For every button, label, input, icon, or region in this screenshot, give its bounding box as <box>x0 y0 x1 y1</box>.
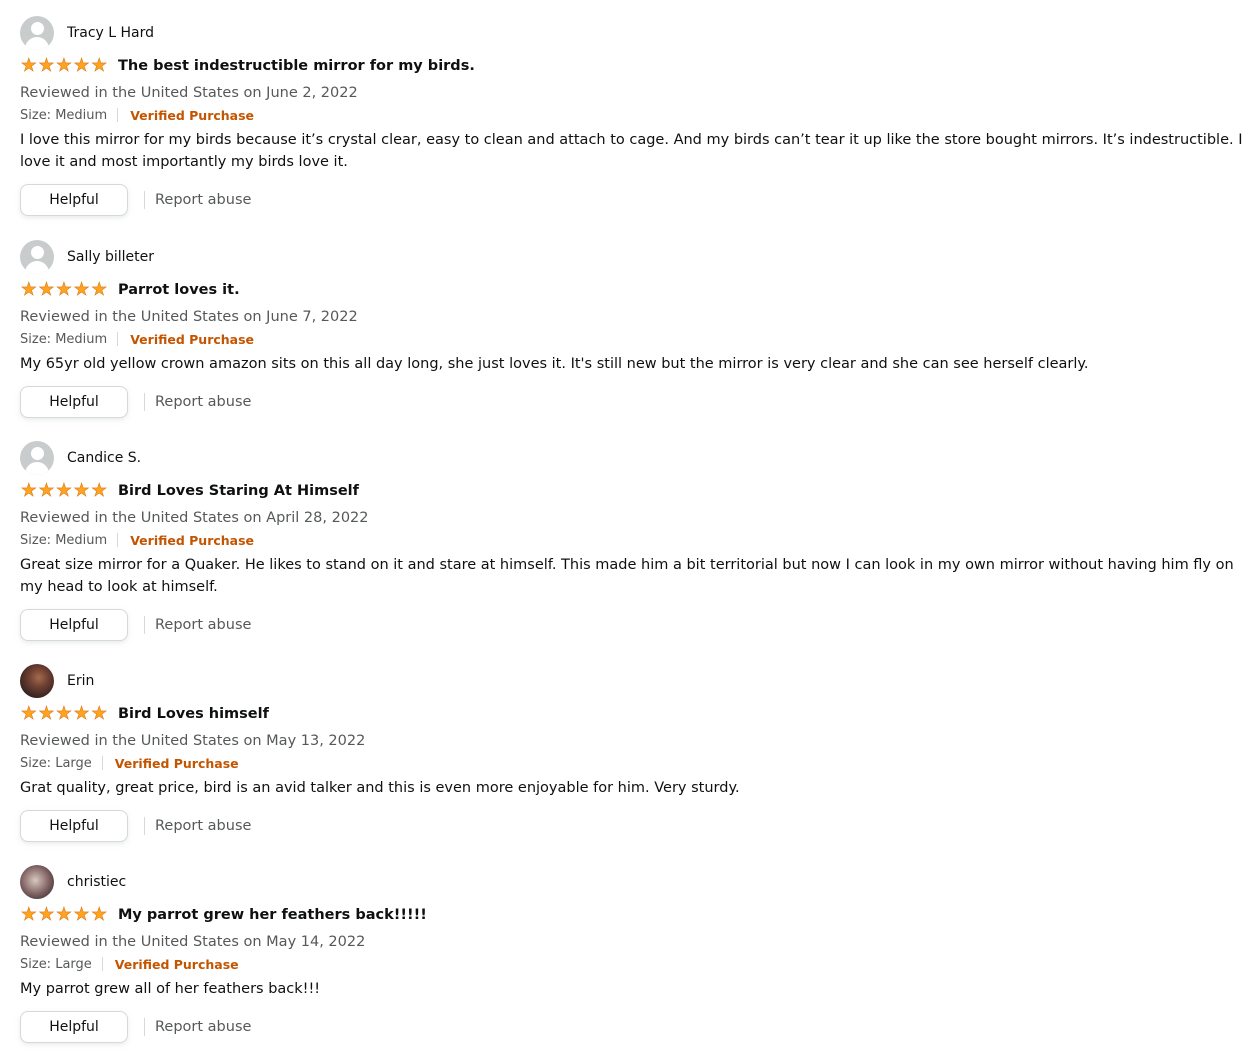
divider <box>144 393 145 411</box>
reviewer-profile[interactable]: christiec <box>20 865 1252 899</box>
reviewer-name[interactable]: christiec <box>67 874 126 890</box>
star-icon: ★ <box>20 904 37 925</box>
review-item: Erin ★ ★ ★ ★ ★ Bird Loves himself Review… <box>20 664 1252 843</box>
star-icon: ★ <box>91 55 108 76</box>
review-title[interactable]: The best indestructible mirror for my bi… <box>118 58 475 74</box>
reviews-list: Tracy L Hard ★ ★ ★ ★ ★ The best indestru… <box>0 0 1259 1064</box>
review-body: My parrot grew all of her feathers back!… <box>20 981 321 997</box>
star-rating[interactable]: ★ ★ ★ ★ ★ <box>20 904 108 925</box>
star-icon: ★ <box>73 480 90 501</box>
reviewer-profile[interactable]: Sally billeter <box>20 240 1252 274</box>
reviewer-name[interactable]: Tracy L Hard <box>67 25 154 41</box>
star-icon: ★ <box>73 703 90 724</box>
size-variant[interactable]: Size: Medium <box>20 108 107 123</box>
divider <box>101 756 103 770</box>
review-date: Reviewed in the United States on June 7,… <box>20 309 358 325</box>
star-icon: ★ <box>55 55 73 76</box>
review-date: Reviewed in the United States on May 14,… <box>20 934 366 950</box>
divider <box>117 332 119 346</box>
divider <box>101 957 103 971</box>
star-rating[interactable]: ★ ★ ★ ★ ★ <box>20 480 108 501</box>
helpful-button[interactable]: Helpful <box>20 184 128 216</box>
reviewer-profile[interactable]: Erin <box>20 664 1252 698</box>
helpful-button[interactable]: Helpful <box>20 810 128 842</box>
verified-purchase-badge: Verified Purchase <box>130 532 255 548</box>
verified-purchase-badge: Verified Purchase <box>130 107 255 123</box>
star-icon: ★ <box>20 279 37 300</box>
star-icon: ★ <box>55 480 73 501</box>
star-icon: ★ <box>73 55 90 76</box>
star-rating[interactable]: ★ ★ ★ ★ ★ <box>20 279 108 300</box>
size-variant[interactable]: Size: Large <box>20 957 92 972</box>
star-icon: ★ <box>55 703 73 724</box>
review-title[interactable]: My parrot grew her feathers back!!!!! <box>118 907 427 923</box>
helpful-button[interactable]: Helpful <box>20 386 128 418</box>
default-avatar-icon <box>20 16 54 50</box>
review-body: Great size mirror for a Quaker. He likes… <box>20 557 1234 595</box>
review-title[interactable]: Parrot loves it. <box>118 282 240 298</box>
avatar <box>20 664 54 698</box>
size-variant[interactable]: Size: Medium <box>20 332 107 347</box>
divider <box>144 191 145 209</box>
star-icon: ★ <box>73 904 90 925</box>
report-abuse-link[interactable]: Report abuse <box>155 818 251 834</box>
star-icon: ★ <box>55 904 73 925</box>
star-icon: ★ <box>38 480 55 501</box>
divider <box>144 616 145 634</box>
divider <box>117 533 119 547</box>
review-date: Reviewed in the United States on June 2,… <box>20 85 358 101</box>
helpful-button[interactable]: Helpful <box>20 1011 128 1043</box>
reviewer-name[interactable]: Sally billeter <box>67 249 154 265</box>
helpful-button[interactable]: Helpful <box>20 609 128 641</box>
star-icon: ★ <box>38 703 55 724</box>
report-abuse-link[interactable]: Report abuse <box>155 394 251 410</box>
size-variant[interactable]: Size: Large <box>20 756 92 771</box>
verified-purchase-badge: Verified Purchase <box>130 331 255 347</box>
star-icon: ★ <box>38 55 55 76</box>
star-icon: ★ <box>73 279 90 300</box>
reviewer-profile[interactable]: Candice S. <box>20 441 1252 475</box>
report-abuse-link[interactable]: Report abuse <box>155 617 251 633</box>
review-item: Tracy L Hard ★ ★ ★ ★ ★ The best indestru… <box>20 16 1252 217</box>
reviewer-profile[interactable]: Tracy L Hard <box>20 16 1252 50</box>
divider <box>144 1018 145 1036</box>
review-body: Grat quality, great price, bird is an av… <box>20 780 740 796</box>
review-title[interactable]: Bird Loves himself <box>118 706 269 722</box>
default-avatar-icon <box>20 441 54 475</box>
review-item: christiec ★ ★ ★ ★ ★ My parrot grew her f… <box>20 865 1252 1044</box>
report-abuse-link[interactable]: Report abuse <box>155 1019 251 1035</box>
verified-purchase-badge: Verified Purchase <box>114 755 239 771</box>
divider <box>117 108 119 122</box>
star-icon: ★ <box>91 703 108 724</box>
reviewer-name[interactable]: Candice S. <box>67 450 141 466</box>
star-icon: ★ <box>20 55 37 76</box>
review-item: Candice S. ★ ★ ★ ★ ★ Bird Loves Staring … <box>20 441 1252 642</box>
review-date: Reviewed in the United States on May 13,… <box>20 733 366 749</box>
review-title[interactable]: Bird Loves Staring At Himself <box>118 483 359 499</box>
reviewer-name[interactable]: Erin <box>67 673 94 689</box>
star-icon: ★ <box>20 703 37 724</box>
star-icon: ★ <box>91 279 108 300</box>
star-icon: ★ <box>91 480 108 501</box>
divider <box>144 817 145 835</box>
star-icon: ★ <box>38 279 55 300</box>
default-avatar-icon <box>20 240 54 274</box>
verified-purchase-badge: Verified Purchase <box>114 956 239 972</box>
star-icon: ★ <box>91 904 108 925</box>
report-abuse-link[interactable]: Report abuse <box>155 192 251 208</box>
star-icon: ★ <box>20 480 37 501</box>
star-rating[interactable]: ★ ★ ★ ★ ★ <box>20 55 108 76</box>
review-body: My 65yr old yellow crown amazon sits on … <box>20 356 1089 372</box>
star-icon: ★ <box>55 279 73 300</box>
review-date: Reviewed in the United States on April 2… <box>20 510 369 526</box>
star-rating[interactable]: ★ ★ ★ ★ ★ <box>20 703 108 724</box>
review-item: Sally billeter ★ ★ ★ ★ ★ Parrot loves it… <box>20 240 1252 419</box>
star-icon: ★ <box>38 904 55 925</box>
avatar <box>20 865 54 899</box>
review-body: I love this mirror for my birds because … <box>20 132 1243 170</box>
size-variant[interactable]: Size: Medium <box>20 533 107 548</box>
